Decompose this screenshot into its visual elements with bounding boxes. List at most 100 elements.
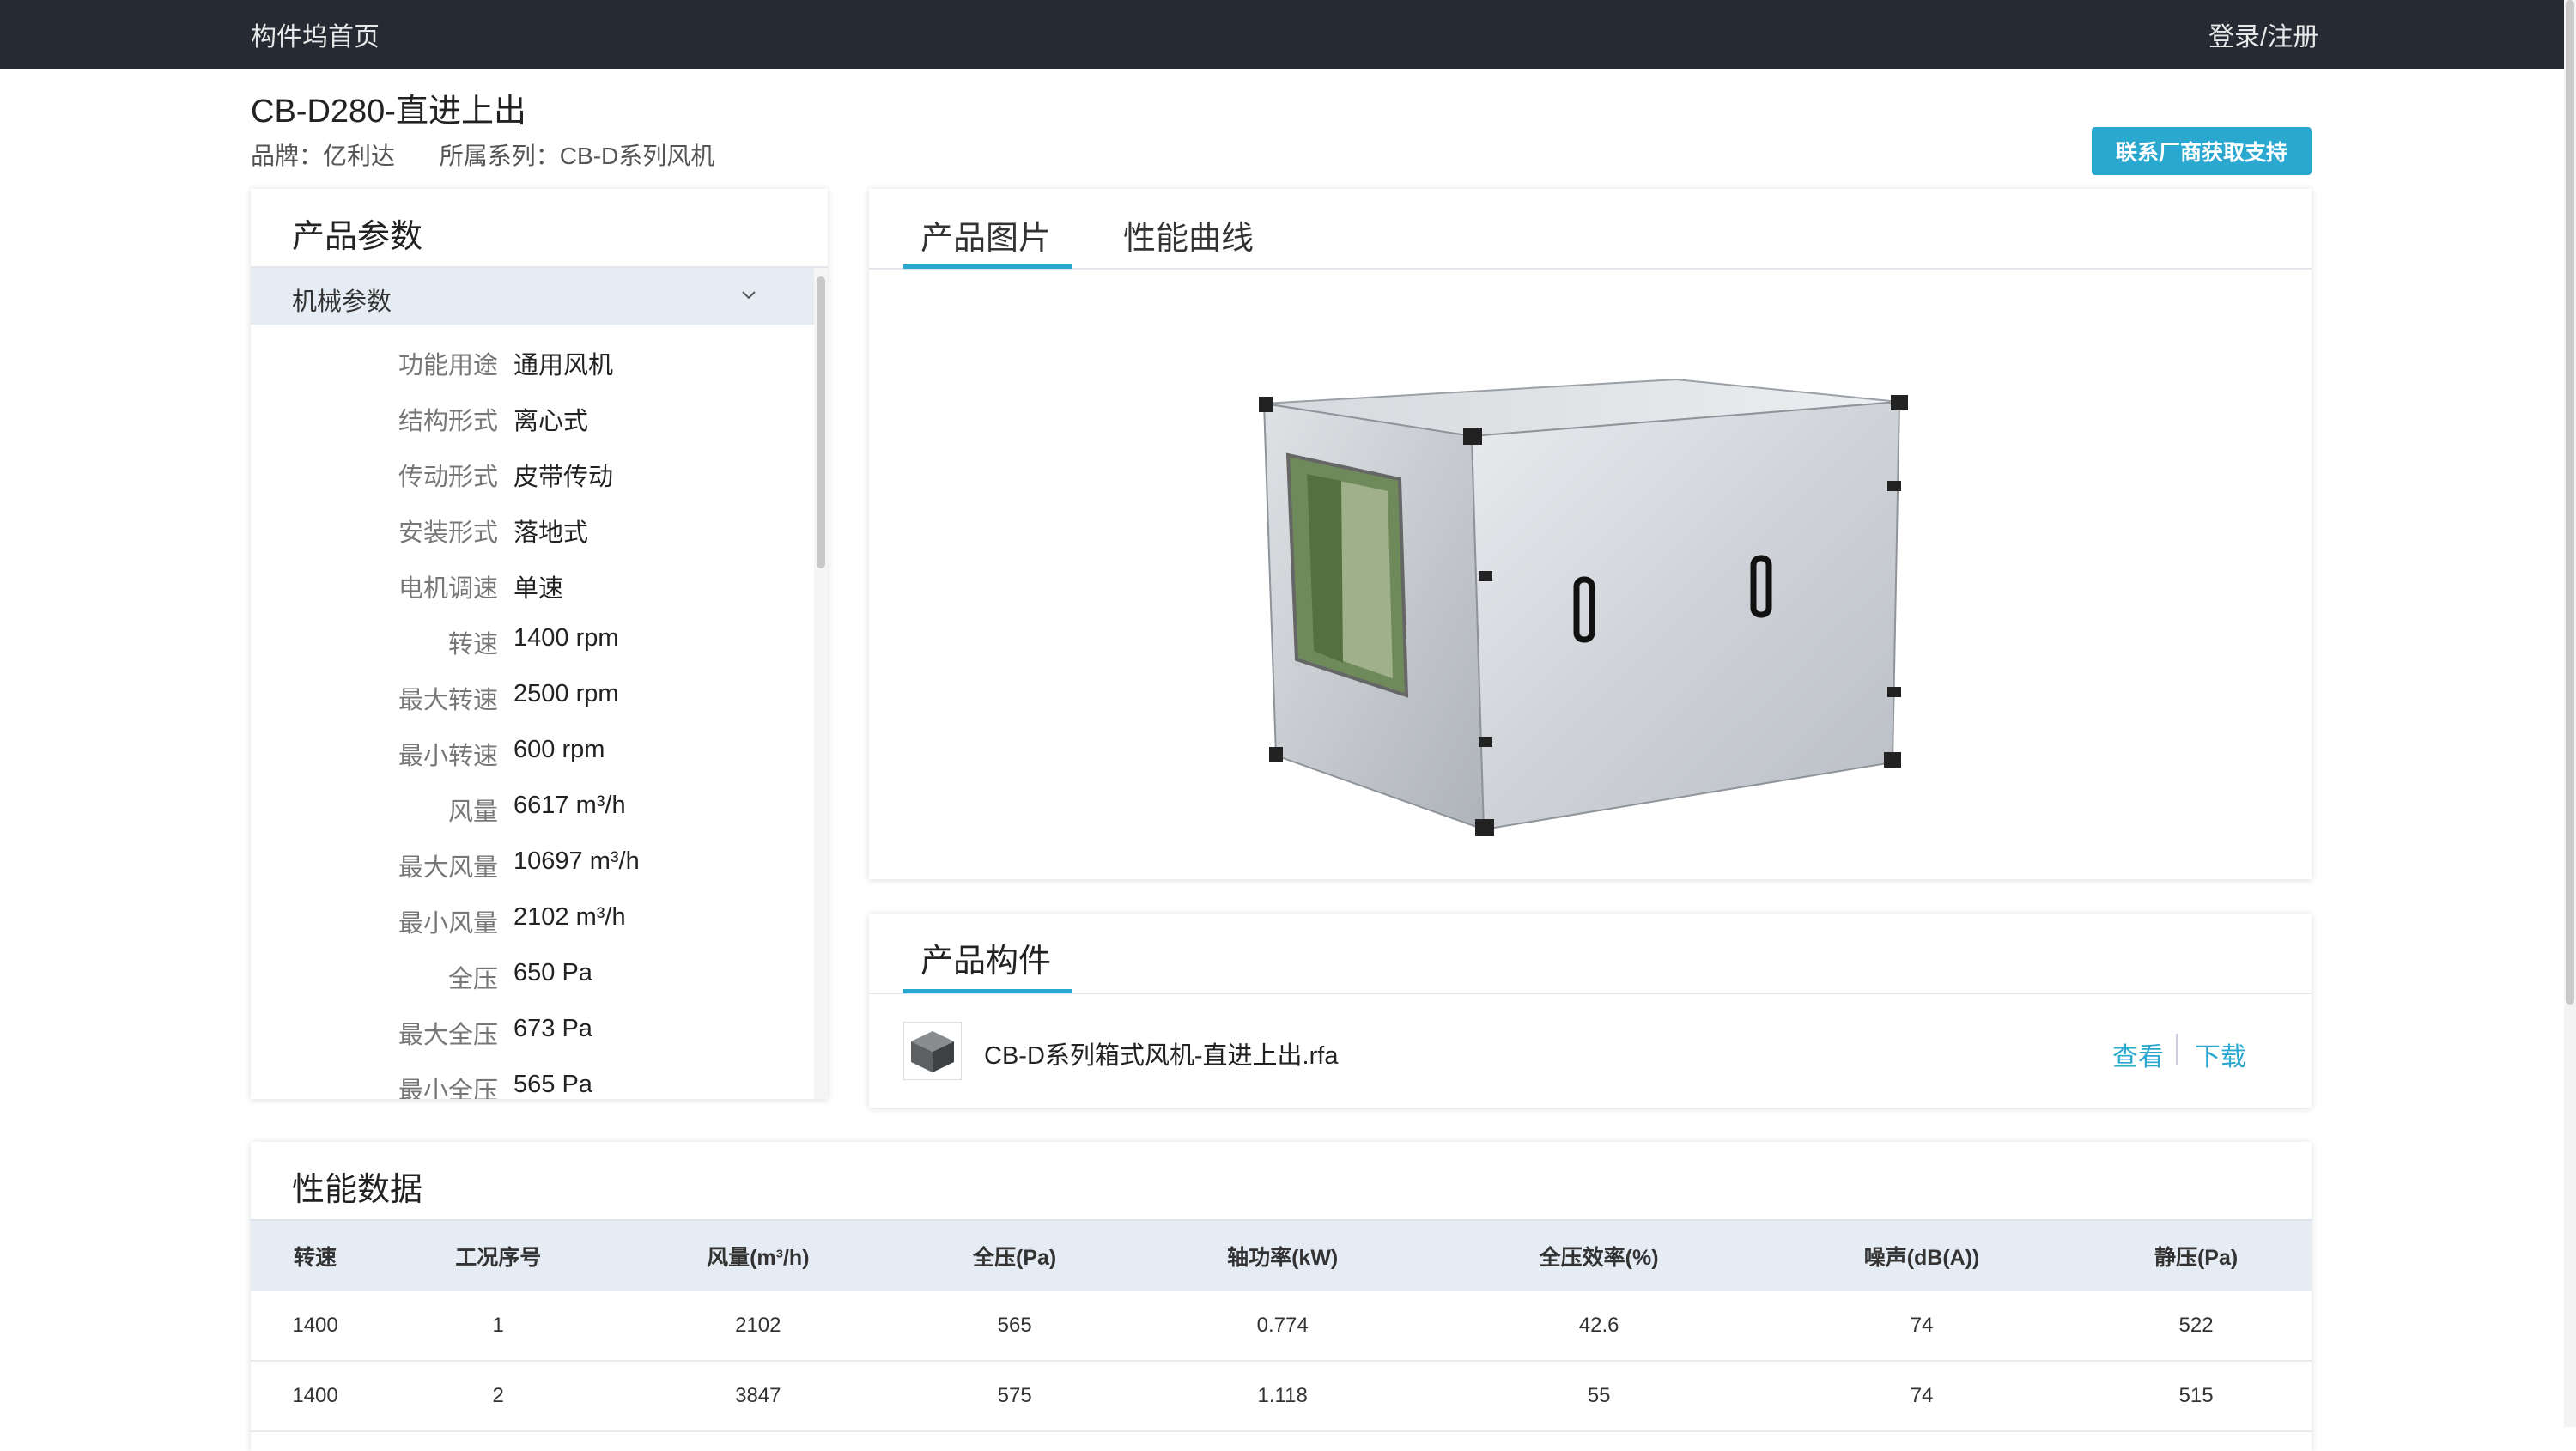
- param-row: 风量 6617 m³/h: [251, 771, 809, 827]
- table-header-cell: 风量(m³/h): [617, 1219, 900, 1291]
- param-key: 结构形式: [398, 408, 498, 435]
- group-label: 机械参数: [292, 288, 392, 316]
- table-cell: 575: [899, 1361, 1131, 1432]
- param-key: 最大全压: [398, 1022, 498, 1049]
- product-title: CB-D280-直进上出: [251, 94, 526, 130]
- active-tab-indicator: [903, 264, 1072, 269]
- param-row: 全压 650 Pa: [251, 938, 809, 994]
- param-value: 650 Pa: [513, 959, 592, 987]
- param-list: 功能用途 通用风机 结构形式 离心式 传动形式 皮带传动 安装形式 落地式 电机调速 单速 转速 14…: [251, 325, 809, 1099]
- view-component-link[interactable]: 查看: [2112, 1035, 2164, 1073]
- param-row: 最大风量 10697 m³/h: [251, 827, 809, 883]
- table-header-row: 转速 工况序号 风量(m³/h) 全压(Pa) 轴功率(kW) 全压效率(%) 噪声(dB(…: [251, 1219, 2312, 1291]
- param-key: 全压: [447, 966, 498, 993]
- product-meta: 品牌：亿利达 所属系列：CB-D系列风机: [251, 137, 752, 172]
- product-components-card: 产品构件 CB-D系列箱式风机-直进上出.rfa 查看 下载: [869, 914, 2312, 1108]
- param-value: 离心式: [513, 408, 589, 435]
- product-params-card: 产品参数 机械参数 功能用途 通用风机 结构形式 离心式 传动形式 皮带传动 安装形式 落地式…: [251, 189, 828, 1099]
- param-row: 最小转速 600 rpm: [251, 715, 809, 771]
- table-cell: 1400: [251, 1291, 380, 1362]
- param-row: 最大全压 673 Pa: [251, 994, 809, 1050]
- product-image-card: 产品图片 性能曲线: [869, 189, 2312, 879]
- param-key: 最小全压: [398, 1078, 498, 1099]
- param-value: 单速: [513, 575, 564, 603]
- param-key: 电机调速: [398, 575, 498, 603]
- table-cell: 0.774: [1130, 1291, 1436, 1362]
- param-key: 最小转速: [398, 743, 498, 770]
- param-value: 2102 m³/h: [513, 903, 626, 931]
- table-header-cell: 全压(Pa): [899, 1219, 1131, 1291]
- login-register-link[interactable]: 登录/注册: [2208, 15, 2318, 53]
- param-value: 1400 rpm: [513, 624, 619, 652]
- table-cell: 74: [1762, 1291, 2081, 1362]
- param-value: 落地式: [513, 519, 589, 547]
- param-value: 6617 m³/h: [513, 792, 626, 819]
- performance-title: 性能数据: [292, 1172, 423, 1208]
- download-component-link[interactable]: 下载: [2195, 1035, 2246, 1073]
- tab-product-image[interactable]: 产品图片: [920, 211, 1051, 258]
- param-row: 传动形式 皮带传动: [251, 436, 809, 492]
- param-value: 600 rpm: [513, 736, 605, 763]
- param-key: 传动形式: [398, 464, 498, 491]
- param-row: 最大转速 2500 rpm: [251, 659, 809, 715]
- series-label: 所属系列：CB-D系列风机: [439, 143, 715, 169]
- param-key: 转速: [447, 631, 498, 659]
- table-cell: 3847: [617, 1361, 900, 1432]
- table-cell: 565: [899, 1291, 1131, 1362]
- component-cube-icon: [903, 1022, 962, 1080]
- product-fan-box-image: [1259, 378, 1908, 836]
- param-value: 2500 rpm: [513, 680, 619, 707]
- param-value: 10697 m³/h: [513, 847, 640, 875]
- param-key: 最大风量: [398, 854, 498, 882]
- param-row: 最小全压 565 Pa: [251, 1050, 809, 1099]
- param-value: 皮带传动: [513, 464, 614, 491]
- table-cell: 515: [2081, 1361, 2312, 1432]
- params-scrollbar[interactable]: [814, 268, 828, 1099]
- contact-vendor-button[interactable]: 联系厂商获取支持: [2092, 127, 2312, 175]
- page-scrollbar[interactable]: [2564, 0, 2576, 1427]
- param-key: 最大转速: [398, 687, 498, 714]
- table-header-cell: 工况序号: [380, 1219, 617, 1291]
- page-scrollbar-thumb[interactable]: [2566, 0, 2574, 1005]
- active-tab-indicator: [903, 989, 1072, 993]
- table-cell: 2102: [617, 1291, 900, 1362]
- top-navigation-bar: 构件坞首页 登录/注册: [0, 0, 2564, 69]
- table-cell: 42.6: [1435, 1291, 1763, 1362]
- table-cell: 1: [380, 1291, 617, 1362]
- table-cell: 1.118: [1130, 1361, 1436, 1432]
- performance-data-card: 性能数据 转速 工况序号 风量(m³/h) 全压(Pa) 轴功率(kW) 全压效率(%) 噪…: [251, 1142, 2312, 1451]
- components-title: 产品构件: [920, 944, 1052, 980]
- param-value: 565 Pa: [513, 1071, 592, 1098]
- param-row: 功能用途 通用风机: [251, 325, 809, 380]
- param-row: 转速 1400 rpm: [251, 604, 809, 659]
- param-value: 通用风机: [513, 352, 614, 379]
- link-separator: [2176, 1034, 2178, 1065]
- component-file-name: CB-D系列箱式风机-直进上出.rfa: [984, 1042, 1339, 1070]
- home-link[interactable]: 构件坞首页: [251, 15, 380, 53]
- table-row: 1400 2 3847 575 1.118 55 74 515: [251, 1361, 2312, 1432]
- table-header-cell: 噪声(dB(A)): [1762, 1219, 2081, 1291]
- table-cell: 1400: [251, 1361, 380, 1432]
- image-tabs: 产品图片 性能曲线: [869, 189, 2312, 270]
- table-cell: 74: [1762, 1361, 2081, 1432]
- table-header-cell: 转速: [251, 1219, 380, 1291]
- table-cell: 55: [1435, 1361, 1763, 1432]
- param-value: 673 Pa: [513, 1015, 592, 1042]
- param-key: 功能用途: [398, 352, 498, 379]
- params-scrollbar-thumb[interactable]: [817, 276, 825, 568]
- mechanical-params-group-header[interactable]: 机械参数: [251, 268, 814, 325]
- tab-performance-curve[interactable]: 性能曲线: [1123, 211, 1254, 258]
- param-key: 最小风量: [398, 910, 498, 938]
- table-header-cell: 静压(Pa): [2081, 1219, 2312, 1291]
- table-header-cell: 轴功率(kW): [1130, 1219, 1436, 1291]
- table-cell: 522: [2081, 1291, 2312, 1362]
- param-row: 结构形式 离心式: [251, 380, 809, 436]
- table-cell: 2: [380, 1361, 617, 1432]
- chevron-down-icon: [742, 291, 756, 300]
- table-header-cell: 全压效率(%): [1435, 1219, 1763, 1291]
- brand-label: 品牌：亿利达: [251, 143, 396, 169]
- param-key: 风量: [447, 798, 498, 826]
- performance-table: 转速 工况序号 风量(m³/h) 全压(Pa) 轴功率(kW) 全压效率(%) 噪声(dB(…: [251, 1219, 2312, 1432]
- param-key: 安装形式: [398, 519, 498, 547]
- param-row: 最小风量 2102 m³/h: [251, 883, 809, 938]
